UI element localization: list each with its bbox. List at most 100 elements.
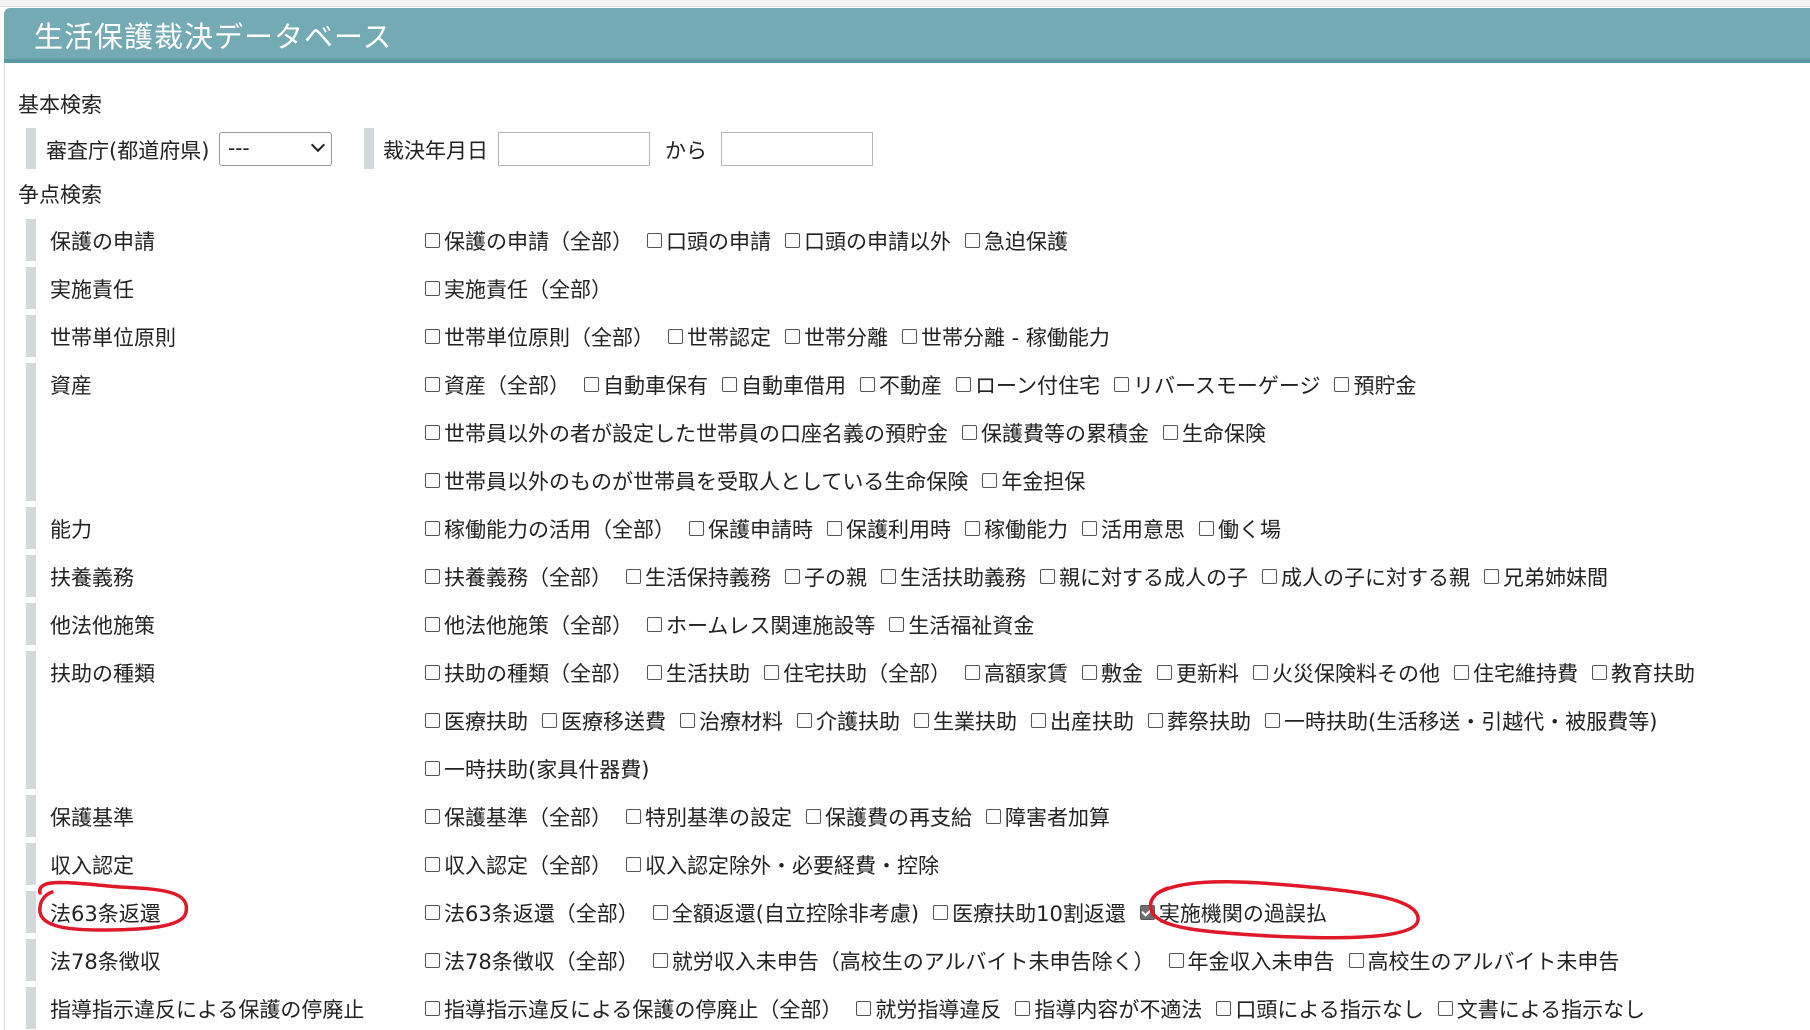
issue-option[interactable]: ローン付住宅 (956, 370, 1100, 400)
issue-option[interactable]: 火災保険料その他 (1253, 658, 1440, 688)
checkbox[interactable] (689, 521, 704, 536)
issue-option[interactable]: 口頭の申請以外 (785, 226, 951, 256)
checkbox[interactable] (1163, 425, 1178, 440)
issue-option[interactable]: 稼働能力の活用（全部） (425, 514, 675, 544)
checkbox[interactable] (965, 233, 980, 248)
issue-option[interactable]: 葬祭扶助 (1148, 706, 1251, 736)
issue-option[interactable]: 他法他施策（全部） (425, 610, 633, 640)
issue-option[interactable]: 生活扶助義務 (881, 562, 1026, 592)
issue-option[interactable]: 保護費の再支給 (806, 802, 972, 832)
checkbox[interactable] (425, 1001, 440, 1016)
checkbox[interactable] (1348, 953, 1364, 968)
issue-option[interactable]: 法63条返還（全部） (425, 898, 639, 928)
checkbox[interactable] (933, 905, 949, 920)
checkbox[interactable] (425, 665, 440, 680)
issue-option[interactable]: 一時扶助(生活移送・引越代・被服費等) (1265, 706, 1657, 736)
checkbox[interactable] (626, 809, 641, 824)
checkbox[interactable] (1253, 665, 1268, 680)
prefecture-select[interactable]: --- (219, 132, 332, 166)
issue-option[interactable]: 法78条徴収（全部） (425, 946, 639, 976)
issue-option[interactable]: 自動車保有 (584, 370, 708, 400)
issue-option[interactable]: 障害者加算 (986, 802, 1110, 832)
issue-option[interactable]: 医療移送費 (542, 706, 666, 736)
decision-date-end-input[interactable] (721, 132, 873, 166)
checkbox[interactable] (986, 809, 1001, 824)
issue-option[interactable]: 口頭の申請 (647, 226, 771, 256)
checkbox[interactable] (856, 1001, 872, 1016)
issue-option[interactable]: 指導内容が不適法 (1015, 994, 1202, 1024)
checkbox[interactable] (1157, 665, 1172, 680)
issue-option[interactable]: 住宅扶助（全部） (764, 658, 951, 688)
checkbox[interactable] (425, 761, 440, 776)
issue-option[interactable]: 医療扶助 (425, 706, 528, 736)
issue-option[interactable]: 全額返還(自立控除非考慮) (652, 898, 919, 928)
checkbox[interactable] (1265, 713, 1280, 728)
issue-option[interactable]: 保護の申請（全部） (425, 226, 633, 256)
checkbox[interactable] (1262, 569, 1277, 584)
checkbox[interactable] (785, 569, 800, 584)
issue-option[interactable]: 高額家賃 (965, 658, 1068, 688)
checkbox[interactable] (425, 425, 440, 440)
checkbox[interactable] (425, 521, 440, 536)
issue-option[interactable]: 年金担保 (982, 466, 1085, 496)
checkbox[interactable] (764, 665, 779, 680)
checkbox[interactable] (956, 377, 971, 392)
checkbox[interactable] (1031, 713, 1046, 728)
issue-option[interactable]: リバースモーゲージ (1113, 370, 1320, 400)
issue-option[interactable]: 更新料 (1157, 658, 1239, 688)
checkbox[interactable] (1040, 569, 1055, 584)
checkbox[interactable] (785, 329, 800, 344)
checkbox[interactable] (806, 809, 821, 824)
issue-option[interactable]: 口頭による指示なし (1216, 994, 1424, 1024)
checkbox[interactable] (425, 905, 440, 920)
checkbox[interactable] (425, 809, 440, 824)
issue-option[interactable]: 世帯単位原則（全部） (425, 322, 654, 352)
issue-option[interactable]: 世帯員以外の者が設定した世帯員の口座名義の預貯金 (425, 418, 948, 448)
checkbox[interactable] (647, 665, 662, 680)
checkbox[interactable] (425, 857, 440, 872)
issue-option[interactable]: 治療材料 (680, 706, 783, 736)
issue-option[interactable]: 親に対する成人の子 (1040, 562, 1248, 592)
issue-option[interactable]: ホームレス関連施設等 (647, 610, 875, 640)
checkbox[interactable] (1484, 569, 1499, 584)
decision-date-start-input[interactable] (498, 132, 650, 166)
checkbox[interactable] (881, 569, 896, 584)
checkbox[interactable] (626, 857, 641, 872)
checkbox[interactable] (1148, 713, 1163, 728)
issue-option[interactable]: 不動産 (860, 370, 942, 400)
issue-option[interactable]: 生活福祉資金 (889, 610, 1034, 640)
checkbox[interactable] (680, 713, 695, 728)
checkbox[interactable] (722, 377, 737, 392)
issue-option[interactable]: 介護扶助 (797, 706, 900, 736)
issue-option[interactable]: 保護基準（全部） (425, 802, 612, 832)
checkbox[interactable] (425, 953, 440, 968)
checkbox[interactable] (1437, 1001, 1453, 1016)
issue-option[interactable]: 扶助の種類（全部） (425, 658, 633, 688)
issue-option[interactable]: 収入認定除外・必要経費・控除 (626, 850, 939, 880)
checkbox[interactable] (860, 377, 875, 392)
checkbox[interactable] (827, 521, 842, 536)
issue-option[interactable]: 生活保持義務 (626, 562, 771, 592)
checkbox[interactable] (1199, 521, 1214, 536)
issue-option[interactable]: 保護費等の累積金 (962, 418, 1149, 448)
issue-option[interactable]: 活用意思 (1082, 514, 1185, 544)
issue-option[interactable]: 医療扶助10割返還 (933, 898, 1126, 928)
issue-option[interactable]: 世帯分離 - 稼働能力 (902, 322, 1110, 352)
issue-option[interactable]: 教育扶助 (1592, 658, 1695, 688)
issue-option[interactable]: 高校生のアルバイト未申告 (1348, 946, 1619, 976)
issue-option[interactable]: 収入認定（全部） (425, 850, 612, 880)
checkbox[interactable] (647, 233, 662, 248)
issue-option[interactable]: 自動車借用 (722, 370, 846, 400)
issue-option[interactable]: 生業扶助 (914, 706, 1017, 736)
checkbox[interactable] (425, 617, 440, 632)
checkbox[interactable] (1334, 377, 1350, 392)
issue-option[interactable]: 敷金 (1082, 658, 1143, 688)
checkbox-checked[interactable] (1139, 905, 1155, 920)
checkbox[interactable] (962, 425, 977, 440)
issue-option[interactable]: 一時扶助(家具什器費) (425, 754, 649, 784)
issue-option[interactable]: 世帯員以外のものが世帯員を受取人としている生命保険 (425, 466, 968, 496)
issue-option[interactable]: 生命保険 (1163, 418, 1266, 448)
checkbox[interactable] (965, 665, 980, 680)
issue-option[interactable]: 年金収入未申告 (1168, 946, 1335, 976)
checkbox[interactable] (982, 473, 998, 488)
